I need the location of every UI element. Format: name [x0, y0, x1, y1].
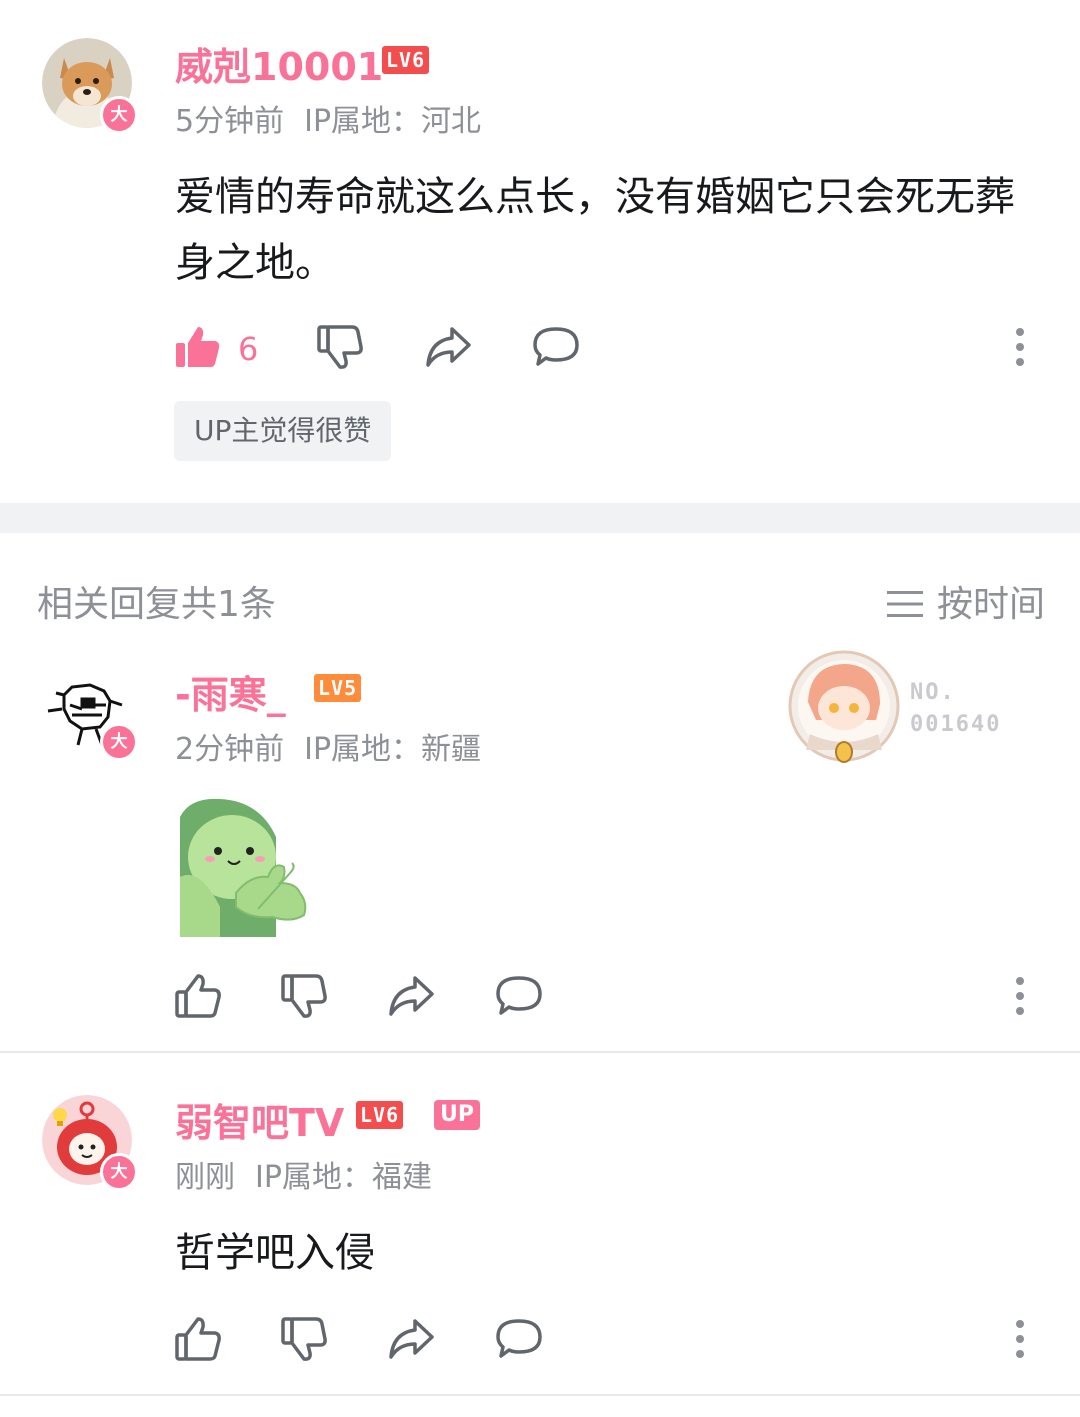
username[interactable]: -雨寒_ [175, 664, 286, 719]
reply-separator [0, 1051, 1080, 1053]
fan-card[interactable]: NO. 001640 [786, 650, 1006, 766]
share-icon[interactable] [387, 1315, 435, 1363]
comment-meta: 刚刚 IP属地：福建 [175, 1152, 432, 1196]
ip-location: IP属地：新疆 [304, 732, 482, 767]
comment-time: 刚刚 [175, 1160, 235, 1195]
turtle-thumbs-up-sticker [180, 798, 307, 937]
ip-location: IP属地：福建 [255, 1160, 432, 1195]
username[interactable]: 威剋10001 [175, 36, 383, 91]
dislike-icon[interactable] [280, 972, 328, 1020]
fan-card-no: NO. [910, 680, 956, 705]
username[interactable]: 弱智吧TV [175, 1092, 344, 1147]
comment-text: 哲学吧入侵 [175, 1230, 375, 1276]
vip-badge: 大 [100, 96, 138, 134]
up-tag: UP [434, 1100, 480, 1130]
share-icon[interactable] [387, 972, 435, 1020]
more-icon[interactable] [1015, 327, 1025, 367]
like-icon[interactable] [174, 1315, 222, 1363]
section-divider [0, 503, 1080, 533]
level-badge: LV6 [382, 46, 430, 74]
reply-icon[interactable] [495, 1315, 543, 1363]
list-icon [887, 591, 923, 617]
comment-meta: 5分钟前 IP属地：河北 [175, 96, 481, 140]
reply-icon[interactable] [495, 972, 543, 1020]
anime-girl-badge-icon [788, 650, 900, 763]
comment-text: 爱情的寿命就这么点长，没有婚姻它只会死无葬身之地。 [175, 174, 1015, 286]
sort-label: 按时间 [937, 584, 1046, 625]
like-count: 6 [238, 330, 259, 368]
like-icon[interactable] [174, 972, 222, 1020]
sort-button[interactable]: 按时间 [887, 575, 1045, 627]
comment-time: 2分钟前 [175, 732, 285, 767]
up-liked-chip: UP主觉得很赞 [174, 401, 392, 461]
vip-badge: 大 [100, 1153, 138, 1191]
level-badge: LV5 [314, 674, 362, 702]
dislike-icon[interactable] [316, 323, 364, 371]
replies-count-title: 相关回复共1条 [37, 584, 276, 625]
share-icon[interactable] [424, 323, 472, 371]
vip-badge: 大 [100, 723, 138, 761]
comment-meta: 2分钟前 IP属地：新疆 [175, 724, 481, 768]
like-icon-filled[interactable] [174, 323, 222, 371]
more-icon[interactable] [1015, 1319, 1025, 1359]
level-badge: LV6 [356, 1101, 404, 1129]
dislike-icon[interactable] [280, 1315, 328, 1363]
bottom-separator [0, 1394, 1080, 1396]
more-icon[interactable] [1015, 976, 1025, 1016]
ip-location: IP属地：河北 [304, 104, 482, 139]
comment-time: 5分钟前 [175, 104, 285, 139]
reply-icon[interactable] [532, 323, 580, 371]
fan-card-number: 001640 [910, 712, 1002, 737]
